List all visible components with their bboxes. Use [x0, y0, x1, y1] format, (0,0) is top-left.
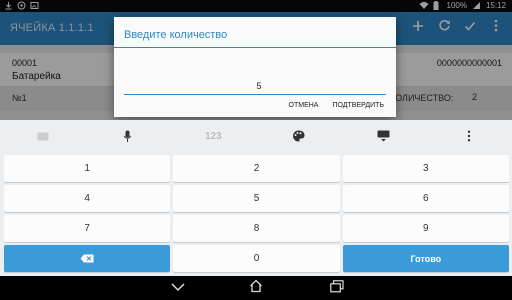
recents-button[interactable] — [330, 280, 344, 296]
back-button[interactable] — [170, 281, 186, 295]
recent-apps-icon — [330, 280, 344, 293]
key-8[interactable]: 8 — [173, 215, 340, 242]
numbers-mode-button[interactable]: 123 — [171, 125, 256, 147]
numeric-keyboard: 123 1 2 3 4 5 6 7 8 9 0 Готово — [0, 120, 512, 276]
microphone-icon — [124, 130, 132, 142]
key-2[interactable]: 2 — [173, 155, 340, 182]
confirm-quantity-button[interactable]: ПОДТВЕРДИТЬ — [330, 100, 386, 111]
key-4[interactable]: 4 — [4, 185, 171, 212]
cancel-button[interactable]: ОТМЕНА — [287, 100, 321, 111]
clipboard-button[interactable] — [0, 125, 85, 147]
gif-icon — [37, 132, 49, 140]
key-6[interactable]: 6 — [342, 185, 509, 212]
quantity-input[interactable] — [124, 77, 386, 95]
key-5[interactable]: 5 — [173, 185, 340, 212]
keyboard-toolbar: 123 — [0, 125, 512, 147]
backspace-key[interactable] — [4, 245, 171, 272]
voice-input-button[interactable] — [85, 125, 170, 147]
key-1[interactable]: 1 — [4, 155, 171, 182]
overflow-menu-icon — [468, 130, 471, 142]
done-key[interactable]: Готово — [342, 245, 509, 272]
palette-icon — [293, 130, 305, 142]
home-icon — [250, 279, 262, 293]
key-3[interactable]: 3 — [342, 155, 509, 182]
key-9[interactable]: 9 — [342, 215, 509, 242]
done-key-label: Готово — [410, 253, 442, 264]
dialog-title: Введите количество — [124, 29, 228, 41]
key-7[interactable]: 7 — [4, 215, 171, 242]
home-button[interactable] — [249, 279, 263, 296]
chevron-down-icon — [171, 283, 185, 292]
navigation-bar — [0, 276, 512, 300]
keypad: 1 2 3 4 5 6 7 8 9 0 Готово — [4, 155, 509, 275]
quantity-dialog: Введите количество ОТМЕНА ПОДТВЕРДИТЬ — [114, 17, 396, 117]
keyboard-menu-button[interactable] — [427, 125, 512, 147]
key-0[interactable]: 0 — [173, 245, 340, 272]
dialog-title-divider — [114, 47, 396, 48]
theme-button[interactable] — [256, 125, 341, 147]
keyboard-hide-icon — [377, 130, 390, 142]
hide-keyboard-button[interactable] — [341, 125, 426, 147]
backspace-icon — [80, 254, 94, 263]
